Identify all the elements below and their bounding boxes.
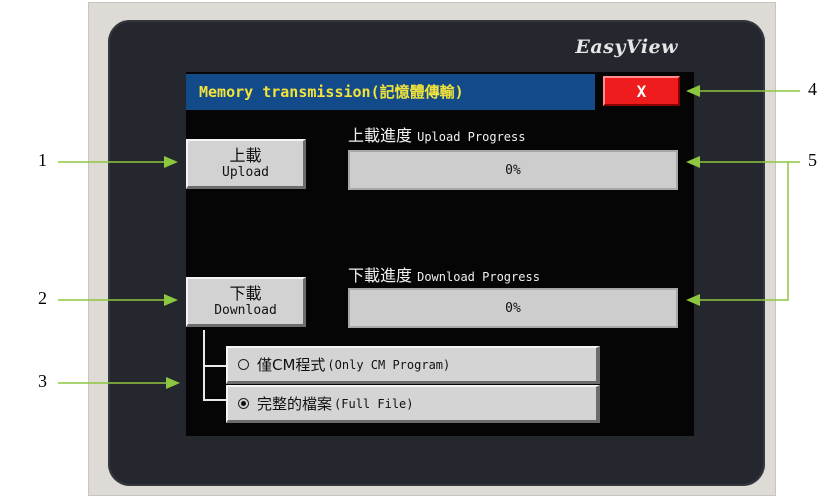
callout-number-1: 1 (38, 150, 47, 170)
callout-number-5: 5 (808, 150, 817, 170)
callout-2-arrowhead (164, 294, 178, 306)
callout-3-arrowhead (166, 377, 180, 389)
callout-5b-arrowhead (686, 294, 700, 306)
callout-5a-arrowhead (686, 156, 700, 168)
callout-number-2: 2 (38, 288, 47, 308)
callout-arrows (58, 85, 800, 389)
callout-1-arrowhead (164, 156, 178, 168)
callout-number-3: 3 (38, 371, 47, 391)
callout-4-arrowhead (686, 85, 700, 97)
callout-5-bracket (700, 161, 789, 301)
callout-number-4: 4 (808, 79, 817, 99)
